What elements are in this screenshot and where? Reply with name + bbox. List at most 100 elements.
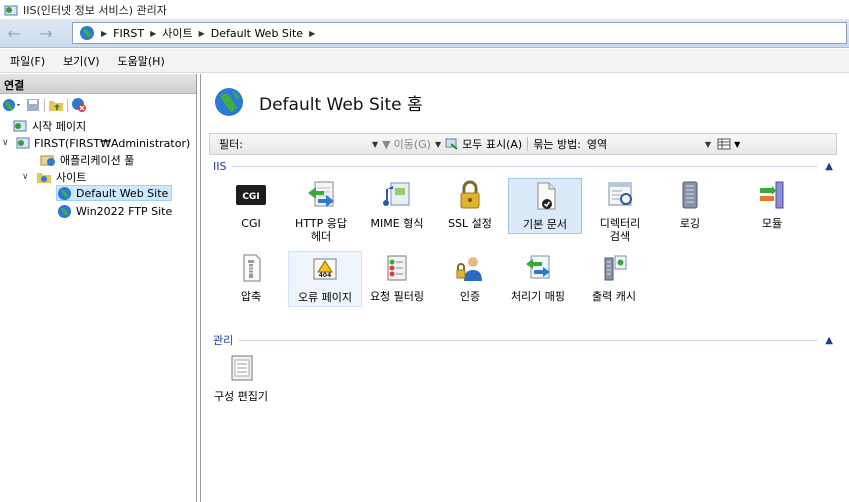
feature-label-line2: 헤더 — [310, 230, 332, 243]
feature-modules[interactable]: 모듈 — [735, 178, 809, 230]
dropdown-arrow-icon[interactable]: ▼ — [705, 140, 711, 149]
menu-help[interactable]: 도움말(H) — [118, 53, 165, 69]
breadcrumb-server[interactable]: FIRST — [113, 27, 144, 40]
collapse-chevron-icon[interactable]: ∨ — [22, 172, 32, 182]
authentication-icon — [453, 251, 487, 285]
feature-authentication[interactable]: 인증 — [433, 251, 507, 303]
show-all-button[interactable]: 모두 표시(A) — [445, 136, 522, 152]
cgi-icon-text: CGI — [242, 192, 259, 202]
disconnect-icon[interactable] — [71, 97, 87, 113]
forward-arrow-icon: → — [39, 23, 53, 43]
tree-item-start-page[interactable]: 시작 페이지 — [12, 118, 86, 134]
feature-label: 기본 문서 — [523, 218, 567, 231]
tree-label: 애플리케이션 풀 — [60, 154, 135, 167]
mime-types-icon — [380, 178, 414, 212]
feature-default-document[interactable]: 기본 문서 — [508, 178, 582, 234]
feature-label: 오류 페이지 — [297, 291, 353, 304]
filter-input[interactable] — [256, 136, 368, 153]
directory-browsing-icon — [603, 178, 637, 212]
feature-label: SSL 설정 — [448, 217, 492, 230]
show-all-icon — [445, 138, 458, 150]
tree-label: Win2022 FTP Site — [76, 204, 173, 218]
group-divider — [232, 166, 818, 167]
padlock-icon — [453, 178, 487, 212]
feature-output-caching[interactable]: 출력 캐시 — [577, 251, 651, 303]
app-pool-icon — [40, 155, 55, 166]
address-bar[interactable]: ▶ FIRST ▶ 사이트 ▶ Default Web Site ▶ — [72, 22, 847, 44]
compression-icon — [234, 251, 268, 285]
feature-label: 구성 편집기 — [213, 390, 269, 403]
dropdown-arrow-icon[interactable]: ▼ — [435, 140, 441, 149]
menu-file[interactable]: 파일(F) — [10, 53, 45, 69]
toolbar-divider — [527, 137, 529, 151]
view-grid-icon — [717, 138, 731, 150]
back-button[interactable]: ← — [0, 22, 28, 44]
feature-compression[interactable]: 압축 — [214, 251, 288, 303]
globe-icon — [80, 26, 94, 40]
feature-mime-types[interactable]: MIME 형식 — [360, 178, 434, 230]
feature-label: 출력 캐시 — [592, 290, 636, 303]
connections-toolbar — [0, 94, 196, 116]
feature-cgi[interactable]: CGI CGI — [214, 178, 288, 230]
page-header: Default Web Site 홈 — [213, 86, 423, 118]
page-title: Default Web Site 홈 — [259, 94, 423, 115]
feature-label: 처리기 매핑 — [510, 290, 566, 303]
forward-button[interactable]: → — [32, 22, 60, 44]
feature-label: MIME 형식 — [370, 217, 424, 230]
connect-icon[interactable] — [2, 97, 22, 113]
feature-label: 인증 — [459, 290, 481, 303]
collapse-caret-icon[interactable]: ▲ — [825, 161, 833, 172]
tree-item-default-web-site[interactable]: Default Web Site — [56, 185, 173, 201]
navigation-bar: ← → ▶ FIRST ▶ 사이트 ▶ Default Web Site ▶ — [0, 19, 849, 48]
connections-header: 연결 — [0, 74, 196, 94]
funnel-icon: ▼ — [382, 137, 391, 151]
configuration-editor-icon — [224, 351, 258, 385]
view-mode-button[interactable]: ▼ — [717, 138, 740, 150]
feature-handler-mappings[interactable]: 처리기 매핑 — [501, 251, 575, 303]
tree-item-sites[interactable]: ∨ 사이트 — [22, 169, 86, 185]
feature-directory-browsing[interactable]: 디렉터리 검색 — [583, 178, 657, 243]
tree-label: Default Web Site — [76, 186, 169, 200]
cgi-icon: CGI — [234, 178, 268, 212]
group-header-iis[interactable]: IIS ▲ — [213, 160, 833, 173]
dropdown-arrow-icon[interactable]: ▼ — [372, 140, 378, 149]
server-icon — [16, 137, 30, 149]
connections-pane: 연결 시작 페이지 ∨ FIRST(FIRST₩Administrator) 애… — [0, 74, 197, 502]
collapse-chevron-icon[interactable]: ∨ — [2, 138, 12, 148]
feature-configuration-editor[interactable]: 구성 편집기 — [202, 351, 280, 403]
breadcrumb-separator-icon: ▶ — [101, 28, 108, 38]
tree-item-ftp-site[interactable]: Win2022 FTP Site — [57, 203, 172, 219]
group-by-select[interactable]: 영역 — [581, 136, 701, 152]
feature-logging[interactable]: 로깅 — [653, 178, 727, 230]
website-globe-icon — [57, 204, 72, 218]
back-arrow-icon: ← — [7, 23, 21, 43]
toolbar-divider — [67, 98, 68, 112]
feature-request-filtering[interactable]: 요청 필터링 — [360, 251, 434, 303]
breadcrumb-site[interactable]: Default Web Site — [211, 27, 303, 40]
feature-ssl-settings[interactable]: SSL 설정 — [433, 178, 507, 230]
feature-label: 압축 — [240, 290, 262, 303]
group-label: IIS — [213, 160, 227, 173]
menu-view[interactable]: 보기(V) — [63, 53, 99, 69]
folder-up-icon[interactable] — [48, 97, 64, 113]
output-caching-icon — [597, 251, 631, 285]
logging-icon — [673, 178, 707, 212]
iis-app-icon — [4, 5, 18, 15]
save-icon[interactable] — [25, 97, 41, 113]
menu-bar: 파일(F) 보기(V) 도움말(H) — [0, 49, 849, 73]
breadcrumb-sites[interactable]: 사이트 — [162, 25, 192, 41]
breadcrumb-separator-icon: ▶ — [198, 28, 205, 38]
feature-http-response-headers[interactable]: HTTP 응답 헤더 — [284, 178, 358, 243]
default-document-icon — [528, 179, 562, 213]
filter-bar: 필터: ▼ ▼ 이동(G) ▼ 모두 표시(A) 묶는 방법: 영역 ▼ ▼ — [209, 133, 837, 155]
feature-label: HTTP 응답 — [295, 217, 347, 230]
group-header-management[interactable]: 관리 ▲ — [213, 332, 833, 348]
go-button[interactable]: ▼ 이동(G) — [382, 136, 431, 152]
start-page-icon — [13, 120, 27, 132]
http-headers-icon — [304, 178, 338, 212]
feature-error-pages[interactable]: 404 오류 페이지 — [288, 251, 362, 307]
collapse-caret-icon[interactable]: ▲ — [825, 335, 833, 346]
go-label: 이동(G) — [393, 138, 431, 151]
tree-item-server[interactable]: ∨ FIRST(FIRST₩Administrator) — [2, 135, 190, 151]
tree-item-app-pools[interactable]: 애플리케이션 풀 — [40, 152, 134, 168]
